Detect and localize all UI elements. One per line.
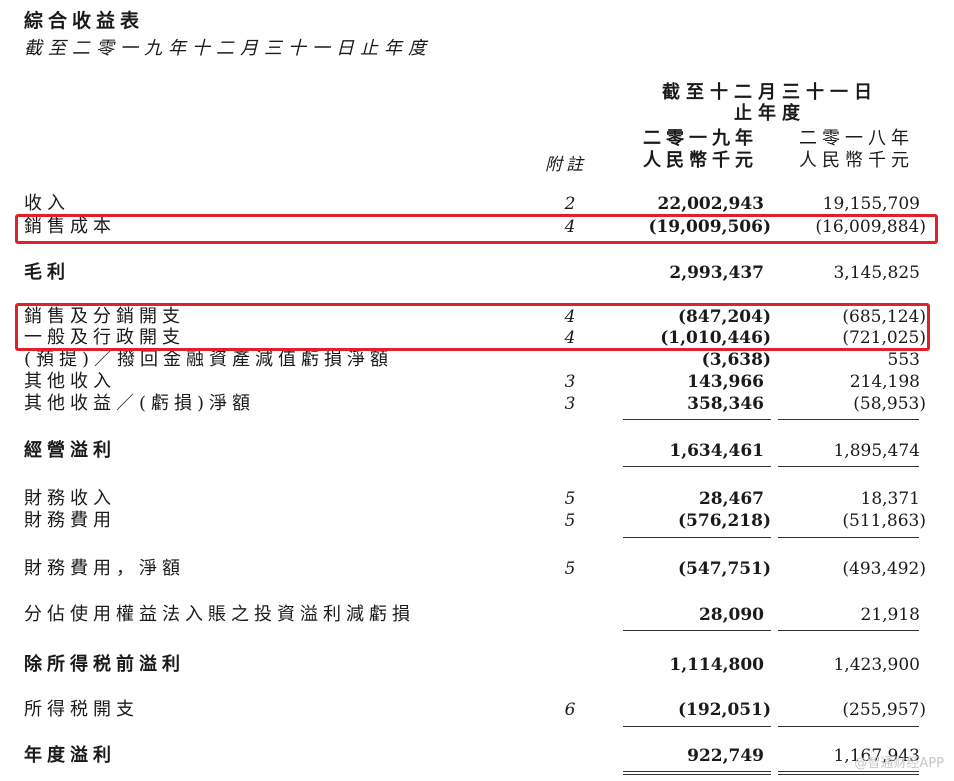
period-header: 截至十二月三十一日 止年度	[640, 82, 900, 124]
row-prior-value: 3,145,825	[833, 263, 920, 283]
subtotal-rule	[623, 537, 771, 538]
row-label: 財務費用	[24, 510, 116, 531]
subtotal-rule	[778, 630, 919, 631]
period-header-line1: 截至十二月三十一日	[662, 82, 878, 103]
total-double-rule	[623, 774, 771, 775]
row-prior-value: 553	[887, 350, 920, 370]
row-label: 其他收益／(虧損)淨額	[24, 393, 256, 414]
row-current-value: 28,467	[698, 489, 764, 509]
subtotal-rule	[778, 466, 919, 467]
row-note: 6	[564, 700, 576, 720]
prior-unit-label: 人民幣千元	[799, 150, 914, 171]
row-label: 財務費用，淨額	[24, 558, 185, 579]
row-current-value: 1,114,800	[669, 655, 764, 675]
subtotal-rule	[623, 419, 771, 420]
row-label: 收入	[24, 193, 70, 214]
row-prior-value: 214,198	[849, 372, 920, 392]
row-note: 2	[564, 194, 576, 214]
table-row-other-gains: 其他收益／(虧損)淨額 3 358,346 (58,953)	[0, 393, 954, 415]
row-label: 其他收入	[24, 371, 116, 392]
period-header-line2: 止年度	[734, 103, 806, 124]
row-label: 經營溢利	[24, 440, 116, 461]
current-year-header: 二零一九年 人民幣千元	[643, 128, 758, 172]
prior-year-label: 二零一八年	[799, 128, 914, 149]
row-label: (預提)／撥回金融資產減值虧損淨額	[24, 349, 394, 370]
row-note: 5	[564, 511, 576, 531]
row-prior-value: 19,155,709	[822, 194, 920, 214]
table-row-net-finance-costs: 財務費用，淨額 5 (547,751) (493,492)	[0, 558, 954, 580]
row-prior-value: (255,957)	[842, 700, 926, 720]
row-current-value: (576,218)	[678, 511, 771, 531]
statement-title: 綜合收益表	[24, 10, 145, 32]
table-row-profit-for-year: 年度溢利 922,749 1,167,943	[0, 745, 954, 767]
row-current-value: 1,634,461	[669, 441, 764, 461]
row-prior-value: (511,863)	[842, 511, 926, 531]
row-note: 3	[564, 372, 576, 392]
row-note: 5	[564, 559, 576, 579]
statement-subtitle: 截至二零一九年十二月三十一日止年度	[24, 38, 432, 59]
current-unit-label: 人民幣千元	[643, 150, 758, 171]
subtotal-rule	[778, 537, 919, 538]
row-current-value: (547,751)	[678, 559, 771, 579]
table-row-other-income: 其他收入 3 143,966 214,198	[0, 371, 954, 393]
highlight-box-cost-of-sales	[15, 214, 938, 244]
subtotal-rule	[623, 630, 771, 631]
table-row-impairment: (預提)／撥回金融資產減值虧損淨額 (3,638) 553	[0, 349, 954, 371]
table-row-share-of-profit: 分佔使用權益法入賬之投資溢利減虧損 28,090 21,918	[0, 604, 954, 626]
subtotal-rule	[778, 419, 919, 420]
table-row-finance-costs: 財務費用 5 (576,218) (511,863)	[0, 510, 954, 532]
row-label: 分佔使用權益法入賬之投資溢利減虧損	[24, 604, 415, 625]
row-prior-value: 1,423,900	[833, 655, 920, 675]
row-current-value: (3,638)	[701, 350, 771, 370]
row-current-value: 22,002,943	[657, 194, 764, 214]
row-label: 毛利	[24, 262, 70, 283]
table-row-profit-before-tax: 除所得税前溢利 1,114,800 1,423,900	[0, 654, 954, 676]
subtotal-rule	[623, 466, 771, 467]
row-prior-value: 1,895,474	[833, 441, 920, 461]
row-label: 除所得税前溢利	[24, 654, 185, 675]
current-year-label: 二零一九年	[643, 128, 758, 149]
row-current-value: 143,966	[687, 372, 764, 392]
row-label: 所得税開支	[24, 699, 139, 720]
row-prior-value: (58,953)	[853, 394, 926, 414]
total-double-rule	[778, 771, 919, 772]
total-double-rule	[623, 771, 771, 772]
row-prior-value: 18,371	[860, 489, 920, 509]
row-label: 年度溢利	[24, 745, 116, 766]
row-current-value: 922,749	[687, 746, 764, 766]
subtotal-rule	[623, 726, 771, 727]
total-double-rule	[778, 774, 919, 775]
table-row-operating-profit: 經營溢利 1,634,461 1,895,474	[0, 440, 954, 462]
row-current-value: 28,090	[698, 605, 764, 625]
table-row-gross-profit: 毛利 2,993,437 3,145,825	[0, 262, 954, 284]
table-row-finance-income: 財務收入 5 28,467 18,371	[0, 488, 954, 510]
row-current-value: (192,051)	[678, 700, 771, 720]
table-row-income-tax: 所得税開支 6 (192,051) (255,957)	[0, 699, 954, 721]
row-current-value: 358,346	[687, 394, 764, 414]
row-note: 3	[564, 394, 576, 414]
row-current-value: 2,993,437	[669, 263, 764, 283]
row-prior-value: (493,492)	[842, 559, 926, 579]
note-column-header: 附註	[545, 155, 587, 175]
row-note: 5	[564, 489, 576, 509]
prior-year-header: 二零一八年 人民幣千元	[799, 128, 914, 172]
table-row-revenue: 收入 2 22,002,943 19,155,709	[0, 193, 954, 215]
highlight-box-operating-expenses	[15, 303, 930, 351]
row-label: 財務收入	[24, 488, 116, 509]
watermark-text: @智通财经APP	[854, 756, 944, 771]
subtotal-rule	[778, 726, 919, 727]
row-prior-value: 21,918	[860, 605, 920, 625]
